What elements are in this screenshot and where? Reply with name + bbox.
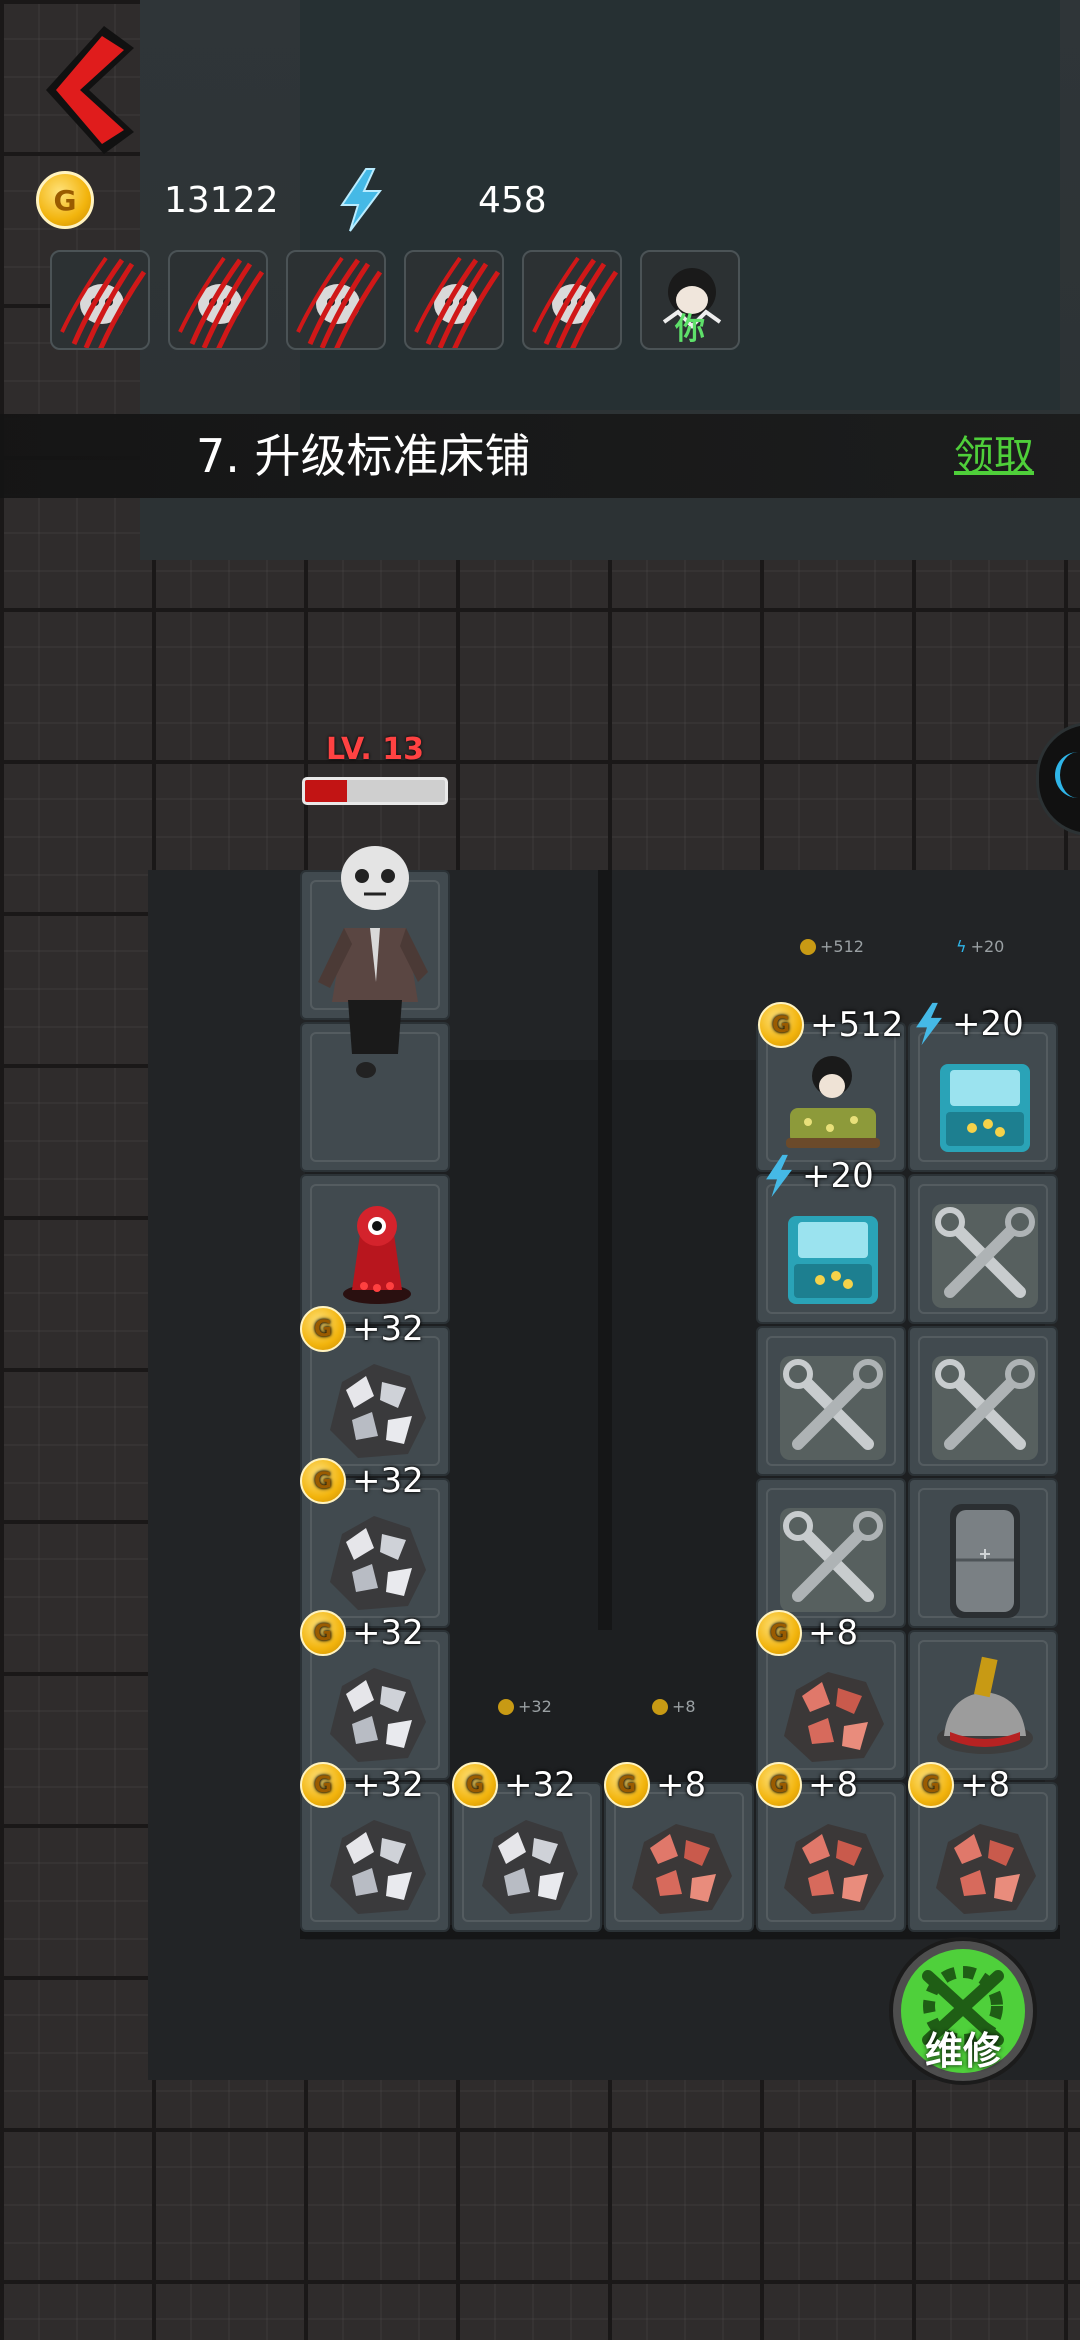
door-icon — [950, 1504, 1020, 1618]
hint-label-arcade: ϟ +20 — [956, 937, 1005, 956]
yield-label-ore: G +8 — [908, 1762, 1010, 1808]
silver-ore-icon — [330, 1516, 426, 1610]
yield-label-arcade: +20 — [912, 1000, 1024, 1048]
claw-scratch-ghost-icon — [532, 256, 619, 348]
yield-label-ore: G +32 — [452, 1762, 576, 1808]
yield-label-ore: G +32 — [300, 1762, 424, 1808]
silver-ore-icon — [330, 1668, 426, 1762]
repair-label: 维修 — [924, 2029, 1001, 2073]
yield-label-ore: G +32 — [300, 1610, 424, 1656]
yield-label-ore: G +8 — [756, 1610, 858, 1656]
build-tools-icon — [932, 1356, 1038, 1460]
yield-label-ore: G +32 — [300, 1458, 424, 1504]
claw-scratch-ghost-icon — [178, 256, 265, 348]
arcade-machine-icon — [940, 1064, 1030, 1152]
claw-scratch-ghost-icon — [296, 256, 383, 348]
red-ore-icon — [784, 1824, 884, 1914]
gold-coin-icon: G — [300, 1610, 346, 1656]
avatar-slot[interactable] — [522, 250, 622, 350]
gold-coin-icon: G — [300, 1762, 346, 1808]
grid-cell[interactable] — [756, 1326, 906, 1476]
gold-coin-icon: G — [756, 1762, 802, 1808]
gold-coin-icon: G — [300, 1458, 346, 1504]
gold-coin-icon: G — [604, 1762, 650, 1808]
grid-cell[interactable] — [756, 1478, 906, 1628]
gold-coin-icon: G — [758, 1002, 804, 1048]
hint-label-bed: +512 — [800, 937, 864, 956]
claw-scratch-ghost-icon — [60, 256, 147, 348]
gold-coin-icon: G — [36, 171, 94, 229]
claim-button[interactable]: 领取 — [954, 418, 1034, 494]
wall-vertical — [598, 870, 612, 1630]
lightning-icon — [340, 168, 382, 232]
grid-cell[interactable] — [908, 1174, 1058, 1324]
gold-coin-icon: G — [452, 1762, 498, 1808]
arcade-machine-icon — [788, 1216, 878, 1304]
silver-ore-icon — [482, 1820, 578, 1914]
energy-value: 458 — [478, 179, 547, 221]
yield-label-ore: G +8 — [604, 1762, 706, 1808]
player-label: 你 — [675, 312, 705, 347]
coin-hint-icon — [800, 938, 816, 955]
enemy-hp-bar — [302, 777, 448, 805]
coin-hint-icon — [652, 1698, 668, 1715]
silver-ore-icon — [330, 1364, 426, 1458]
coin-value: 13122 — [164, 179, 279, 221]
lightning-icon — [916, 1002, 942, 1046]
task-text: 7. 升级标准床铺 — [196, 429, 531, 483]
grid-cell[interactable] — [300, 1174, 450, 1324]
red-ore-icon — [936, 1824, 1036, 1914]
silver-ore-icon — [330, 1820, 426, 1914]
back-button[interactable] — [34, 18, 144, 158]
enemy-hp-fill — [305, 780, 347, 802]
avatar-slot[interactable] — [50, 250, 150, 350]
energy-counter: 458 — [336, 168, 547, 232]
avatar-slot-bar: 你 — [50, 250, 740, 350]
hint-label-silver: +32 — [498, 1697, 552, 1716]
bed-icon — [786, 1056, 880, 1148]
grid-cell[interactable] — [908, 1478, 1058, 1628]
grid-cell[interactable] — [908, 1630, 1058, 1780]
gold-coin-icon: G — [756, 1610, 802, 1656]
red-ore-icon — [784, 1672, 884, 1762]
build-tools-icon — [780, 1356, 886, 1460]
gold-coin-icon: G — [300, 1306, 346, 1352]
skeleton-enemy-character — [318, 846, 428, 1078]
lightning-hint-icon: ϟ — [956, 937, 967, 956]
red-ore-icon — [632, 1824, 732, 1914]
task-bar — [0, 414, 1080, 498]
grid-cell[interactable] — [908, 1326, 1058, 1476]
yield-label-ore: G +8 — [756, 1762, 858, 1808]
yield-label-bed: G +512 — [758, 1002, 903, 1048]
avatar-slot[interactable] — [168, 250, 268, 350]
hint-label-red: +8 — [652, 1697, 696, 1716]
build-tools-icon — [780, 1508, 886, 1612]
yield-label-ore: G +32 — [300, 1306, 424, 1352]
back-arrow-icon — [46, 26, 134, 154]
drill-machine-icon — [937, 1656, 1033, 1754]
player-avatar-slot[interactable]: 你 — [640, 250, 740, 350]
coin-hint-icon — [498, 1698, 514, 1715]
avatar-slot[interactable] — [404, 250, 504, 350]
red-turret-icon — [343, 1206, 411, 1304]
build-tools-icon — [932, 1204, 1038, 1308]
lightning-icon — [766, 1154, 792, 1198]
coin-counter: G 13122 — [36, 170, 279, 230]
yield-label-arcade: +20 — [762, 1152, 874, 1200]
enemy-level: LV. 13 — [326, 732, 424, 767]
gold-coin-icon: G — [908, 1762, 954, 1808]
claw-scratch-ghost-icon — [414, 256, 501, 348]
avatar-slot[interactable] — [286, 250, 386, 350]
